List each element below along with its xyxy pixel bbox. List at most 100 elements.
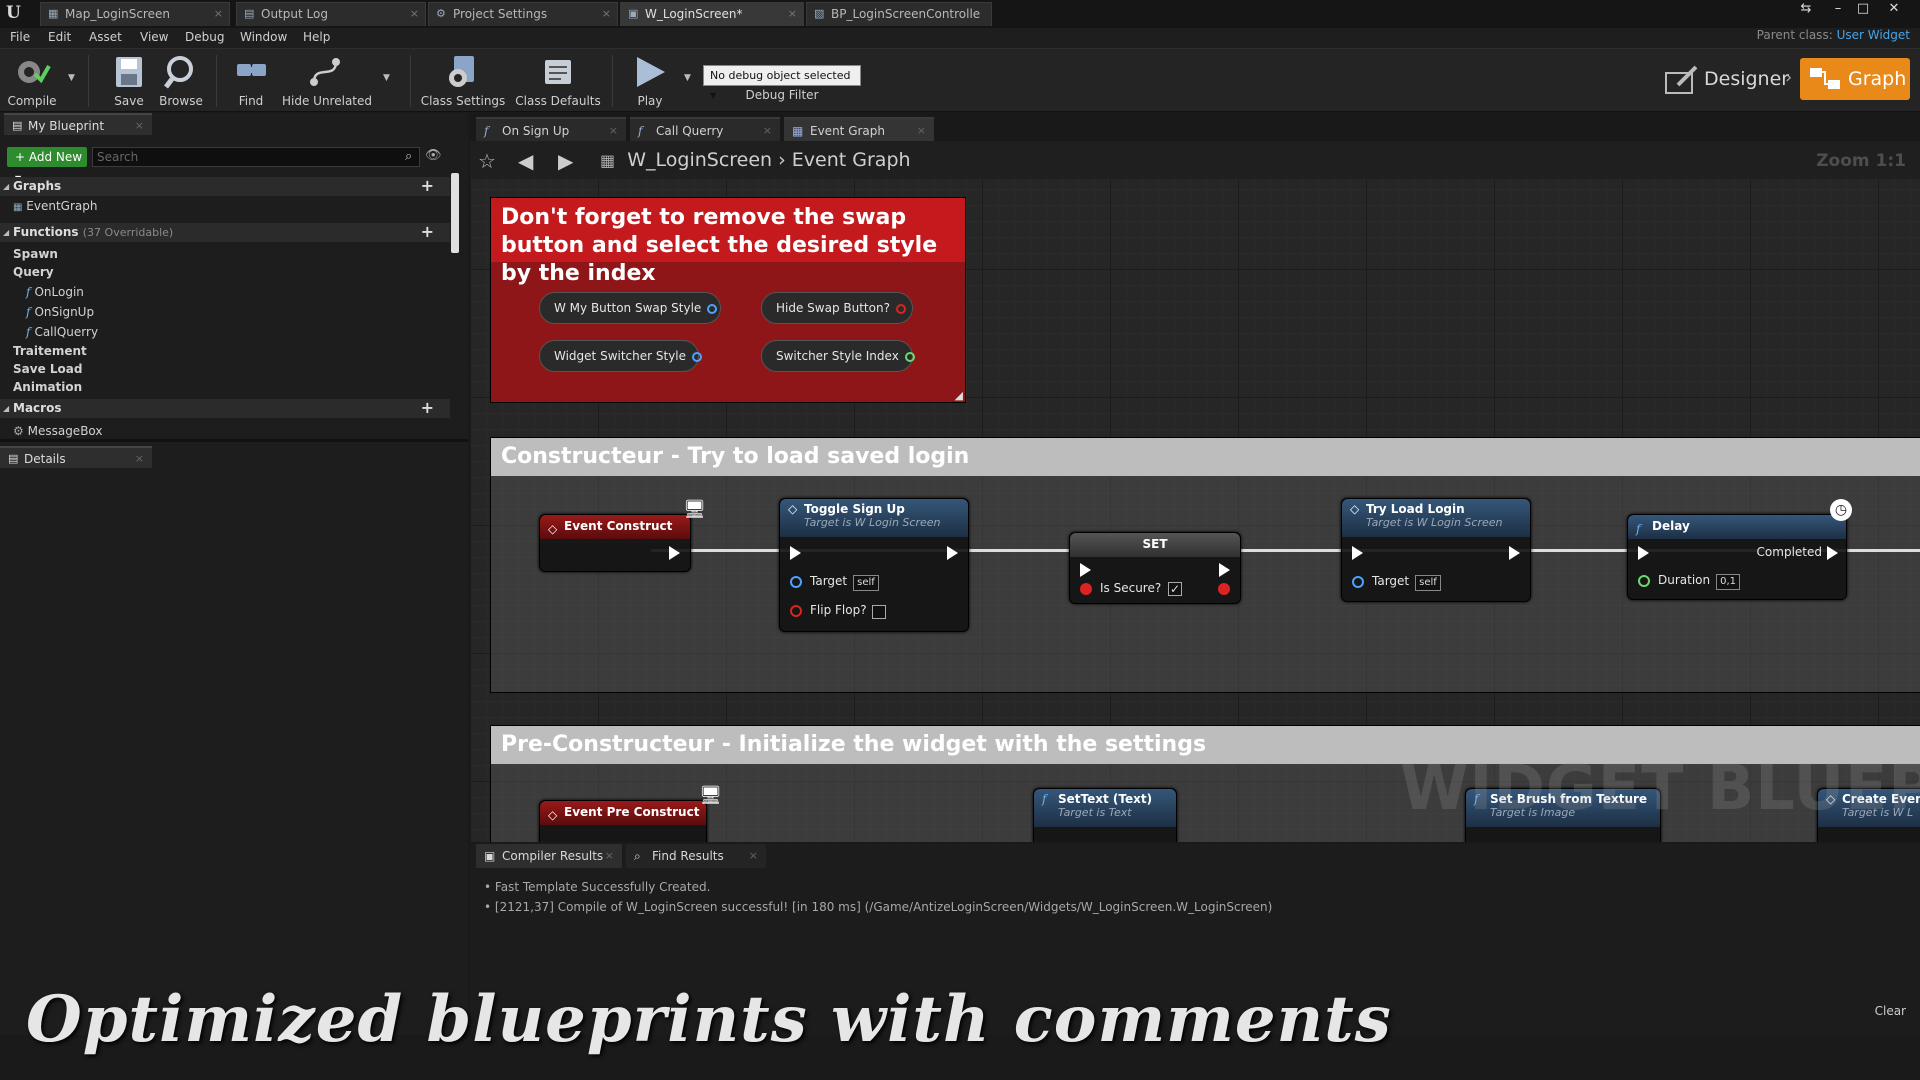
add-function-icon[interactable]: + xyxy=(421,223,434,241)
window-close-icon[interactable]: ✕ xyxy=(1883,1,1905,17)
tab-call-querry[interactable]: f Call Querry × xyxy=(630,117,780,141)
variable-widget-switcher-style[interactable]: Widget Switcher Style xyxy=(539,340,703,372)
save-button[interactable]: Save xyxy=(104,52,154,110)
exec-output-pin[interactable] xyxy=(669,546,680,560)
duration-pin[interactable] xyxy=(1638,575,1650,587)
exec-input-pin[interactable] xyxy=(790,546,801,560)
section-macros[interactable]: ◢ Macros + xyxy=(0,399,450,418)
designer-mode-button[interactable]: Designer xyxy=(1660,59,1789,99)
menu-view[interactable]: View xyxy=(140,28,168,46)
variable-w-my-button-swap-style[interactable]: W My Button Swap Style xyxy=(539,292,721,324)
is-secure-output-pin[interactable] xyxy=(1218,583,1230,595)
add-macro-icon[interactable]: + xyxy=(421,399,434,417)
category-animation[interactable]: Animation xyxy=(13,380,82,394)
close-icon[interactable]: × xyxy=(917,119,926,143)
panel-splitter[interactable] xyxy=(0,439,468,442)
node-event-construct[interactable]: ◇ Event Construct 🖥 xyxy=(539,499,706,572)
close-icon[interactable]: × xyxy=(763,119,772,143)
tab-compiler-results[interactable]: ▣ Compiler Results × xyxy=(476,844,622,868)
play-options-dropdown[interactable]: ▼ xyxy=(684,73,691,83)
node-try-load-login[interactable]: ◇ Try Load Login Target is W Login Screen … xyxy=(1341,498,1531,602)
node-settext[interactable]: f SetText (Text) Target is Text xyxy=(1033,788,1177,842)
close-icon[interactable]: × xyxy=(605,844,614,868)
exec-output-pin[interactable] xyxy=(947,546,958,560)
tab-my-blueprint[interactable]: ▤ My Blueprint × xyxy=(4,113,152,135)
self-value[interactable]: self xyxy=(1415,575,1441,591)
target-pin[interactable] xyxy=(790,576,802,588)
exec-input-pin[interactable] xyxy=(1080,563,1091,577)
tab-event-graph[interactable]: ▦ Event Graph × xyxy=(784,117,934,141)
target-pin[interactable] xyxy=(1352,576,1364,588)
tab-find-results[interactable]: ⌕ Find Results × xyxy=(626,844,766,868)
section-graphs[interactable]: ◢ Graphs + xyxy=(0,177,450,196)
doc-tab-project-settings[interactable]: ⚙ Project Settings × xyxy=(428,2,618,26)
node-event-pre-construct[interactable]: ◇ Event Pre Construct 🖥 xyxy=(539,785,722,842)
comment-box-constructeur[interactable]: Constructeur - Try to load saved login ◇… xyxy=(490,437,1920,693)
search-input[interactable]: Search xyxy=(92,147,420,167)
node-set-is-secure[interactable]: SET Is Secure? ✓ xyxy=(1069,532,1241,604)
forward-arrow-icon[interactable]: ▶ xyxy=(558,149,573,173)
menu-window[interactable]: Window xyxy=(240,28,287,46)
class-defaults-button[interactable]: Class Defaults xyxy=(514,52,602,110)
close-icon[interactable]: × xyxy=(749,844,758,868)
find-button[interactable]: Find xyxy=(226,52,276,110)
output-pin[interactable] xyxy=(895,303,906,314)
comment-box-swap-style[interactable]: Don't forget to remove the swap button a… xyxy=(490,197,966,403)
exec-input-pin[interactable] xyxy=(1352,546,1363,560)
event-graph-canvas[interactable]: ☆ ◀ ▶ ▦ W_LoginScreen › Event Graph Zoom… xyxy=(470,141,1920,842)
graph-item-eventgraph[interactable]: ▦ EventGraph xyxy=(13,199,97,213)
doc-tab-map[interactable]: ▦ Map_LoginScreen × xyxy=(40,2,230,26)
flip-flop-checkbox[interactable] xyxy=(872,605,886,619)
node-toggle-sign-up[interactable]: ◇ Toggle Sign Up Target is W Login Screen … xyxy=(779,498,969,632)
breadcrumb-leaf[interactable]: Event Graph xyxy=(792,149,911,171)
exec-input-pin[interactable] xyxy=(1638,546,1649,560)
duration-value-input[interactable]: 0,1 xyxy=(1716,574,1741,590)
add-new-button[interactable]: + Add New ▼ xyxy=(7,147,87,183)
output-pin[interactable] xyxy=(692,351,703,362)
breadcrumb-root[interactable]: W_LoginScreen xyxy=(627,149,772,171)
close-icon[interactable]: × xyxy=(214,3,223,25)
doc-tab-w-loginscreen[interactable]: ▣ W_LoginScreen* × xyxy=(620,2,804,26)
section-functions[interactable]: ◢ Functions (37 Overridable) + xyxy=(0,223,450,242)
play-button[interactable]: Play xyxy=(622,52,678,110)
maximize-icon[interactable]: □ xyxy=(1852,1,1874,17)
category-spawn[interactable]: Spawn xyxy=(13,247,58,261)
close-icon[interactable]: × xyxy=(602,3,611,25)
exec-output-pin[interactable] xyxy=(1509,546,1520,560)
source-control-icon[interactable]: ⇆ xyxy=(1795,1,1817,17)
debug-object-select[interactable]: No debug object selected ▼ xyxy=(703,65,861,100)
resize-handle-icon[interactable]: ◢ xyxy=(955,389,963,402)
output-pin[interactable] xyxy=(904,351,915,362)
menu-file[interactable]: File xyxy=(10,28,30,46)
tab-on-sign-up[interactable]: f On Sign Up × xyxy=(476,117,626,141)
function-callquerry[interactable]: f CallQuerry xyxy=(26,325,98,339)
category-query[interactable]: Query xyxy=(13,265,54,279)
exec-output-pin[interactable] xyxy=(1219,563,1230,577)
compile-options-dropdown[interactable]: ▼ xyxy=(68,73,75,83)
output-pin[interactable] xyxy=(707,303,718,314)
back-arrow-icon[interactable]: ◀ xyxy=(518,149,533,173)
menu-asset[interactable]: Asset xyxy=(89,28,122,46)
macro-messagebox[interactable]: ⚙ MessageBox xyxy=(13,424,103,438)
function-onlogin[interactable]: f OnLogin xyxy=(26,285,84,299)
function-onsignup[interactable]: f OnSignUp xyxy=(26,305,94,319)
category-save-load[interactable]: Save Load xyxy=(13,362,82,376)
exec-output-pin[interactable] xyxy=(1827,546,1838,560)
close-icon[interactable]: × xyxy=(609,119,618,143)
menu-edit[interactable]: Edit xyxy=(48,28,71,46)
graph-mode-button[interactable]: Graph xyxy=(1800,58,1910,100)
view-options-eye-icon[interactable]: 👁 xyxy=(425,148,442,163)
clear-button[interactable]: Clear xyxy=(1875,1004,1906,1018)
compile-button[interactable]: Compile xyxy=(4,52,60,110)
is-secure-input-pin[interactable] xyxy=(1080,583,1092,595)
category-traitement[interactable]: Traitement xyxy=(13,344,87,358)
close-icon[interactable]: × xyxy=(135,448,144,470)
tab-details[interactable]: ▤ Details × xyxy=(0,446,152,468)
close-icon[interactable]: × xyxy=(410,3,419,25)
self-value[interactable]: self xyxy=(853,575,879,591)
node-delay[interactable]: f Delay ◷ Completed Duration 0,1 xyxy=(1627,499,1852,600)
hide-unrelated-button[interactable]: Hide Unrelated xyxy=(282,52,372,110)
browse-button[interactable]: Browse xyxy=(156,52,206,110)
scrollbar[interactable] xyxy=(451,173,459,253)
close-icon[interactable]: × xyxy=(135,115,144,137)
